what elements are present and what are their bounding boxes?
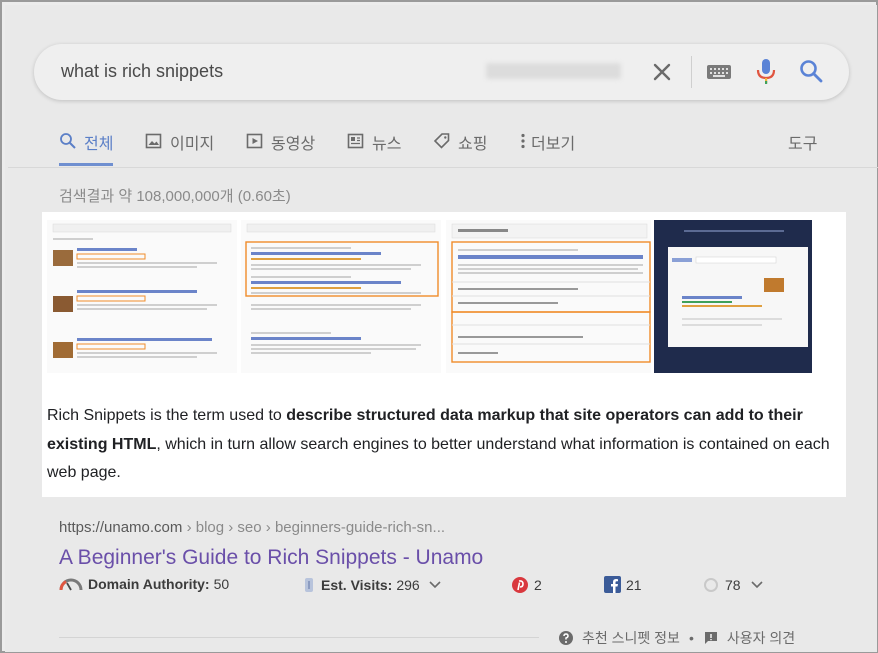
search-submit-icon[interactable] <box>798 58 824 84</box>
tab-videos[interactable]: 동영상 <box>246 130 315 166</box>
tab-label: 쇼핑 <box>458 136 488 153</box>
tab-label: 뉴스 <box>372 136 402 153</box>
tag-icon <box>433 133 450 149</box>
result-breadcrumb[interactable]: https://unamo.com › blog › seo › beginne… <box>59 519 445 536</box>
search-bar[interactable]: what is rich snippets <box>34 44 849 100</box>
screenshot-frame: what is rich snippets 전체 이미지 동영상 뉴스 쇼핑 더… <box>0 0 878 653</box>
pinterest-count: 2 <box>534 577 542 593</box>
snippet-text-rest: , which in turn allow search engines to … <box>47 435 830 482</box>
est-visits-label: Est. Visits: <box>321 577 393 593</box>
other-count: 78 <box>725 577 741 593</box>
tab-label: 전체 <box>84 136 114 153</box>
domain-authority-value: 50 <box>213 576 230 592</box>
feedback-link[interactable]: 사용자 의견 <box>727 628 795 648</box>
search-preview-image <box>654 220 812 373</box>
tab-label: 동영상 <box>271 136 316 153</box>
tab-images[interactable]: 이미지 <box>145 130 214 166</box>
facebook-count: 21 <box>626 576 642 593</box>
tab-news[interactable]: 뉴스 <box>347 130 401 166</box>
est-visits-value: 296 <box>396 577 420 593</box>
help-icon <box>559 631 573 645</box>
visits-icon <box>305 578 313 592</box>
snippet-thumbnail-recipe[interactable] <box>47 220 237 373</box>
blurred-region <box>486 63 621 79</box>
share-icon <box>704 578 718 592</box>
chevron-down-icon[interactable] <box>428 580 442 590</box>
domain-authority-label: Domain Authority: <box>88 576 210 592</box>
facebook-share-count[interactable]: 21 <box>604 576 642 593</box>
snippet-thumbnail-camera[interactable] <box>241 220 441 373</box>
video-icon <box>246 133 263 149</box>
tab-label: 더보기 <box>531 136 576 153</box>
result-title-link[interactable]: A Beginner's Guide to Rich Snippets - Un… <box>59 546 483 570</box>
more-icon <box>521 133 525 149</box>
tab-label: 이미지 <box>170 136 215 153</box>
snippet-footer: 추천 스니펫 정보 • 사용자 의견 <box>558 628 795 648</box>
searchbar-divider <box>691 56 692 88</box>
results-page: what is rich snippets 전체 이미지 동영상 뉴스 쇼핑 더… <box>5 5 878 652</box>
tab-more[interactable]: 더보기 <box>519 130 575 166</box>
search-icon <box>60 133 76 149</box>
snippet-description: Rich Snippets is the term used to descri… <box>47 402 837 488</box>
chevron-down-icon[interactable] <box>750 580 764 590</box>
snippet-thumbnail-travel-insurance[interactable] <box>446 220 651 373</box>
keyboard-icon[interactable] <box>706 62 732 82</box>
featured-snippet-info-link[interactable]: 추천 스니펫 정보 <box>582 628 680 648</box>
snippet-text-intro: Rich Snippets is the term used to <box>47 407 287 424</box>
recipe-results-image <box>47 220 237 373</box>
footer-divider <box>59 637 539 638</box>
pinterest-icon <box>512 577 528 593</box>
tabs-divider <box>8 167 878 168</box>
microphone-icon[interactable] <box>754 57 778 87</box>
footer-separator: • <box>688 630 694 646</box>
tab-shopping[interactable]: 쇼핑 <box>433 130 487 166</box>
result-path: › blog › seo › beginners-guide-rich-sn..… <box>182 519 446 536</box>
result-stats: 검색결과 약 108,000,000개 (0.60초) <box>59 188 291 205</box>
news-icon <box>347 133 364 149</box>
travel-insurance-results-image <box>446 220 651 373</box>
tools-button[interactable]: 도구 <box>788 130 817 154</box>
gauge-icon <box>59 578 83 591</box>
search-input[interactable]: what is rich snippets <box>61 61 223 82</box>
snippet-thumbnail-preview[interactable] <box>654 220 812 373</box>
tab-all[interactable]: 전체 <box>59 130 114 166</box>
other-share-count[interactable]: 78 <box>702 576 769 594</box>
domain-authority-metric: Domain Authority: 50 <box>59 576 229 592</box>
image-icon <box>145 133 162 149</box>
pinterest-share-count[interactable]: 2 <box>511 576 542 594</box>
est-visits-metric[interactable]: Est. Visits: 296 <box>302 576 447 594</box>
facebook-icon <box>604 576 621 593</box>
clear-icon[interactable] <box>649 59 675 85</box>
feedback-icon <box>704 632 717 644</box>
camera-results-image <box>241 220 441 373</box>
result-host: https://unamo.com <box>59 519 183 536</box>
featured-snippet: Rich Snippets is the term used to descri… <box>42 212 846 497</box>
